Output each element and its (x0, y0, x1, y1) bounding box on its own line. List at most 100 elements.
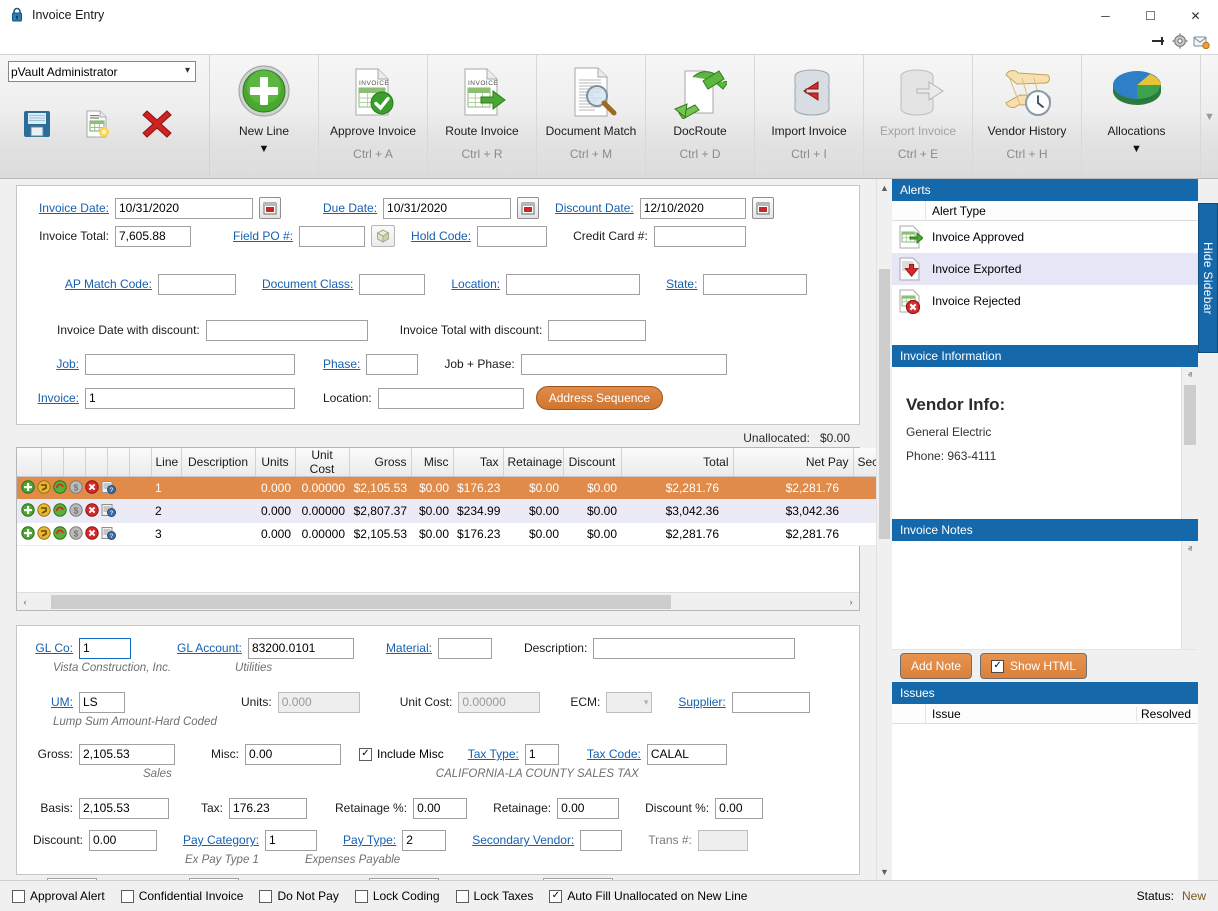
location2-input[interactable] (378, 388, 524, 409)
scroll-up-icon[interactable]: ▲ (877, 179, 892, 196)
discount-date-input[interactable] (640, 198, 746, 219)
delete-button[interactable] (132, 102, 182, 146)
scroll-right-icon[interactable]: › (843, 597, 859, 607)
col-misc[interactable]: Misc (411, 448, 453, 477)
credit-card-input[interactable] (654, 226, 746, 247)
retainage-input[interactable] (557, 798, 619, 819)
hide-sidebar-button[interactable]: Hide Sidebar (1198, 203, 1218, 353)
left-pane-scrollbar[interactable]: ▲ ▼ (876, 179, 892, 880)
job-input[interactable] (85, 354, 295, 375)
invoice-date-label[interactable]: Invoice Date: (17, 201, 109, 215)
invoice-date-input[interactable] (115, 198, 253, 219)
basis-input[interactable] (79, 798, 169, 819)
tax-input[interactable] (229, 798, 307, 819)
col-unit-cost[interactable]: Unit Cost (295, 448, 349, 477)
ribbon-item-new-line[interactable]: New Line ▼ (210, 55, 319, 178)
location-label[interactable]: Location: (451, 277, 500, 291)
row-action-icons[interactable]: $? (17, 523, 151, 546)
scroll-left-icon[interactable]: ‹ (17, 597, 33, 607)
description-input[interactable] (593, 638, 795, 659)
state-label[interactable]: State: (666, 277, 697, 291)
alerts-panel-header[interactable]: Alerts (892, 179, 1198, 201)
cube-icon[interactable] (371, 225, 395, 247)
job-label[interactable]: Job: (17, 357, 79, 371)
yellow-arrow-icon[interactable] (37, 526, 51, 543)
gross-input[interactable] (79, 744, 175, 765)
dollar-icon[interactable]: $ (69, 503, 83, 520)
include-misc-checkbox[interactable]: ✓ Include Misc (359, 747, 444, 761)
user-role-select[interactable]: pVault Administrator (8, 61, 196, 82)
phase-label[interactable]: Phase: (323, 357, 360, 371)
scroll-down-icon[interactable]: ⱟ (1182, 633, 1198, 649)
pay-category-input[interactable] (265, 830, 317, 851)
ap-match-code-label[interactable]: AP Match Code: (17, 277, 152, 291)
grid-scroll-thumb[interactable] (51, 595, 671, 609)
ribbon-scroll-down-icon[interactable]: ▼ (1200, 55, 1218, 178)
invoice-information-panel-header[interactable]: Invoice Information (892, 345, 1198, 367)
col-total[interactable]: Total (621, 448, 733, 477)
grid-horizontal-scrollbar[interactable]: ‹ › (17, 592, 859, 610)
table-row[interactable]: $? 2 0.000 0.00000 $2,807.37 $0.00 $234.99 $0.0… (17, 500, 876, 523)
um-input[interactable] (79, 692, 125, 713)
col-gross[interactable]: Gross (349, 448, 411, 477)
status-checkbox[interactable]: ✓ Auto Fill Unallocated on New Line (549, 889, 747, 903)
list-item[interactable]: Invoice Approved (892, 221, 1198, 253)
report-question-icon[interactable]: ? (101, 503, 116, 520)
col-net-pay[interactable]: Net Pay (733, 448, 853, 477)
due-date-input[interactable] (383, 198, 511, 219)
green-plus-icon[interactable] (21, 480, 35, 497)
material-input[interactable] (438, 638, 492, 659)
misc-input[interactable] (245, 744, 341, 765)
discount-pct-input[interactable] (715, 798, 763, 819)
row-action-icons[interactable]: $? (17, 500, 151, 523)
gl-account-input[interactable] (248, 638, 354, 659)
scroll-down-icon[interactable]: ▼ (877, 863, 892, 880)
col-retainage[interactable]: Retainage (503, 448, 563, 477)
calendar-icon[interactable] (259, 197, 281, 219)
dropdown-arrow-icon[interactable]: ▼ (1131, 143, 1142, 155)
gl-account-label[interactable]: GL Account: (177, 641, 242, 655)
report-question-icon[interactable]: ? (101, 480, 116, 497)
status-checkbox[interactable]: Lock Coding (355, 889, 440, 903)
address-sequence-button[interactable]: Address Sequence (536, 386, 663, 410)
tax-code-label[interactable]: Tax Code: (587, 747, 641, 761)
material-label[interactable]: Material: (386, 641, 432, 655)
um-label[interactable]: UM: (17, 695, 73, 709)
green-plus-icon[interactable] (21, 526, 35, 543)
invoice-notes-scrollbar[interactable]: ⱏ ⱟ (1181, 541, 1198, 649)
calendar-icon[interactable] (752, 197, 774, 219)
due-date-label[interactable]: Due Date: (323, 201, 377, 215)
col-description[interactable]: Description (181, 448, 255, 477)
green-plus-icon[interactable] (21, 503, 35, 520)
col-units[interactable]: Units (255, 448, 295, 477)
add-note-button[interactable]: Add Note (900, 653, 972, 679)
discount-date-label[interactable]: Discount Date: (555, 201, 634, 215)
ribbon-item-docroute[interactable]: DocRoute Ctrl + D (646, 55, 755, 178)
field-po-input[interactable] (299, 226, 365, 247)
invoice-number-label[interactable]: Invoice: (17, 391, 79, 405)
ribbon-item-document-match[interactable]: Document Match Ctrl + M (537, 55, 646, 178)
document-class-label[interactable]: Document Class: (262, 277, 353, 291)
pay-type-label[interactable]: Pay Type: (343, 833, 396, 847)
minimize-button[interactable]: ─ (1083, 0, 1128, 31)
invoice-notes-panel[interactable]: ⱏ ⱟ (892, 541, 1198, 649)
supplier-input[interactable] (732, 692, 810, 713)
gear-icon[interactable] (1172, 33, 1188, 52)
tax-type-label[interactable]: Tax Type: (468, 747, 519, 761)
ribbon-item-import-invoice[interactable]: Import Invoice Ctrl + I (755, 55, 864, 178)
status-checkbox[interactable]: Confidential Invoice (121, 889, 244, 903)
trans-number-input[interactable] (698, 830, 748, 851)
ap-match-code-input[interactable] (158, 274, 236, 295)
close-button[interactable]: ✕ (1173, 0, 1218, 31)
col-line[interactable]: Line (151, 448, 181, 477)
scroll-down-icon[interactable]: ⱟ (1182, 503, 1198, 519)
dollar-icon[interactable]: $ (69, 526, 83, 543)
gl-co-input[interactable] (79, 638, 131, 659)
status-checkbox[interactable]: Do Not Pay (259, 889, 338, 903)
issues-column-issue[interactable]: Issue (926, 707, 1136, 721)
retainage-pct-input[interactable] (413, 798, 467, 819)
mail-help-icon[interactable] (1193, 34, 1210, 52)
document-class-input[interactable] (359, 274, 425, 295)
ribbon-item-approve-invoice[interactable]: INVOICE Approve Invoice Ctrl + A (319, 55, 428, 178)
save-button[interactable] (12, 102, 62, 146)
